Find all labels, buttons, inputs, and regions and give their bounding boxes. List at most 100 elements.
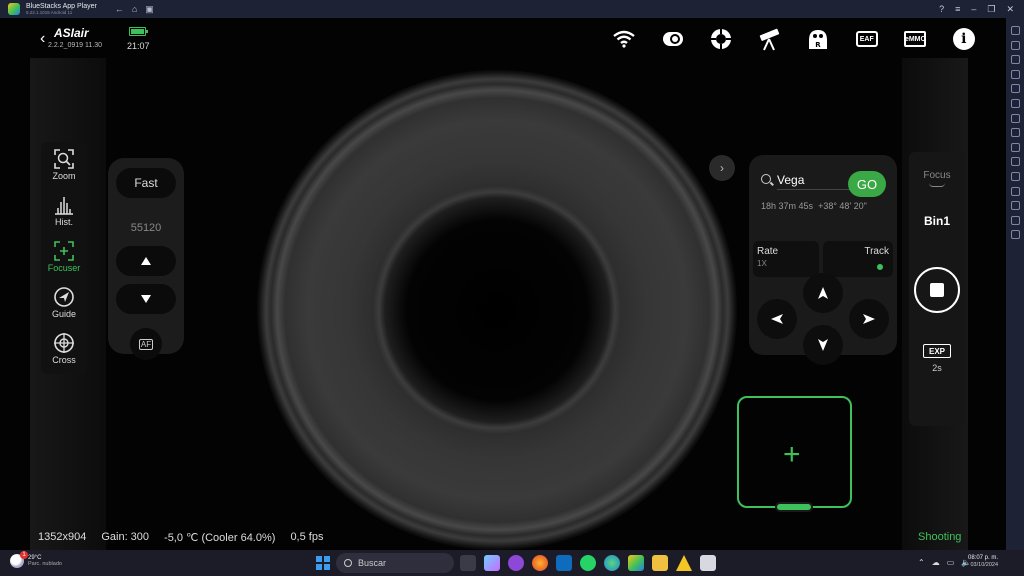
focuser-speed-button[interactable]: Fast bbox=[116, 168, 176, 198]
expand-icon[interactable] bbox=[1010, 26, 1020, 35]
camera-icon[interactable] bbox=[1010, 84, 1020, 94]
autofocus-button[interactable]: AF bbox=[130, 328, 162, 360]
main-camera-icon[interactable] bbox=[649, 26, 698, 52]
wifi-icon[interactable] bbox=[600, 26, 649, 52]
collapse-panel-button[interactable]: › bbox=[709, 155, 735, 181]
slew-west-button[interactable] bbox=[757, 299, 797, 339]
track-label: Track bbox=[864, 246, 889, 257]
bluestacks-taskbar-icon[interactable] bbox=[628, 555, 644, 571]
rate-label: Rate bbox=[757, 246, 779, 257]
macro-icon[interactable] bbox=[1010, 186, 1020, 196]
onedrive-icon[interactable]: ☁ bbox=[932, 558, 940, 567]
bin-selector[interactable]: Bin1 bbox=[909, 214, 965, 228]
app-grid-icon[interactable] bbox=[700, 555, 716, 571]
chevron-down-icon[interactable] bbox=[929, 183, 945, 187]
volume-icon[interactable] bbox=[1010, 40, 1020, 50]
home-icon[interactable]: ⌂ bbox=[132, 4, 137, 15]
minimize-icon[interactable]: – bbox=[971, 4, 976, 15]
window-controls: ? ≡ – ❐ ✕ bbox=[939, 4, 1014, 15]
info-icon[interactable]: i bbox=[940, 26, 989, 52]
layers-icon[interactable] bbox=[1010, 215, 1020, 225]
chevron-right-icon: › bbox=[720, 161, 724, 175]
slew-south-button[interactable] bbox=[803, 325, 843, 365]
crosshair-icon bbox=[54, 333, 74, 353]
close-icon[interactable]: ✕ bbox=[1006, 4, 1014, 15]
multi-instance-icon[interactable]: ▣ bbox=[145, 4, 154, 15]
apk-icon[interactable] bbox=[1010, 113, 1020, 123]
track-toggle[interactable]: Track bbox=[823, 241, 893, 277]
focus-star-selector[interactable]: + bbox=[737, 396, 852, 512]
folder-icon[interactable] bbox=[1010, 128, 1020, 138]
search-icon bbox=[344, 559, 352, 567]
bluestacks-app-name: BlueStacks App Player bbox=[26, 2, 97, 10]
network-icon[interactable]: ▭ bbox=[947, 558, 955, 567]
emmc-icon[interactable]: eMMC bbox=[891, 26, 940, 52]
stop-capture-button[interactable] bbox=[914, 267, 960, 313]
tool-zoom-label: Zoom bbox=[52, 171, 76, 181]
tray-chevron-icon[interactable]: ⌃ bbox=[918, 558, 925, 567]
plus-icon: + bbox=[783, 438, 801, 471]
sync-icon[interactable] bbox=[1010, 230, 1020, 240]
focus-mode-label[interactable]: Focus bbox=[909, 170, 965, 181]
outlook-icon[interactable] bbox=[556, 555, 572, 571]
app-purple-icon[interactable] bbox=[508, 555, 524, 571]
menu-icon[interactable]: ≡ bbox=[955, 4, 960, 15]
warning-app-icon[interactable] bbox=[676, 555, 692, 571]
slew-north-button[interactable] bbox=[803, 273, 843, 313]
zoom-icon bbox=[54, 149, 74, 169]
edge-icon[interactable] bbox=[604, 555, 620, 571]
weather-temp: 29°C bbox=[28, 554, 42, 561]
rate-selector[interactable]: Rate 1X bbox=[753, 241, 819, 277]
autofocus-icon: AF bbox=[138, 338, 154, 350]
screen: BlueStacks App Player 5.22.1.1015 Androi… bbox=[0, 0, 1024, 576]
notification-badge: 1 bbox=[20, 551, 28, 559]
guide-camera-icon[interactable] bbox=[697, 26, 746, 52]
file-explorer-icon[interactable] bbox=[652, 555, 668, 571]
defocused-star-image[interactable] bbox=[257, 70, 737, 550]
tool-focuser[interactable]: Focuser bbox=[41, 240, 87, 273]
eaf-icon[interactable]: EAF bbox=[843, 26, 892, 52]
tool-cross[interactable]: Cross bbox=[41, 332, 87, 365]
telescope-icon[interactable] bbox=[746, 26, 795, 52]
keyboard-icon[interactable] bbox=[1010, 55, 1020, 65]
app-back-icon[interactable]: ‹ bbox=[40, 30, 45, 48]
help-icon[interactable]: ? bbox=[939, 4, 944, 15]
histogram-icon bbox=[55, 197, 73, 215]
tracking-status-dot bbox=[877, 264, 883, 270]
exposure-icon[interactable]: EXP bbox=[923, 344, 951, 358]
focus-box-handle[interactable] bbox=[775, 502, 813, 512]
stop-icon bbox=[930, 283, 944, 297]
arrow-up-icon bbox=[818, 287, 828, 299]
target-coordinates: 18h 37m 45s +38° 48' 20" bbox=[761, 201, 867, 211]
bluestacks-logo-icon bbox=[8, 3, 20, 15]
tool-zoom[interactable]: Zoom bbox=[41, 148, 87, 181]
firefox-icon[interactable] bbox=[532, 555, 548, 571]
tool-guide[interactable]: Guide bbox=[41, 286, 87, 319]
windows-start-icon[interactable] bbox=[316, 556, 330, 570]
slew-east-button[interactable] bbox=[849, 299, 889, 339]
taskbar-clock[interactable]: 08:07 p. m. 03/10/2024 bbox=[968, 555, 998, 568]
target-search-input[interactable] bbox=[777, 170, 857, 190]
focuser-down-button[interactable] bbox=[116, 284, 176, 314]
focuser-position: 55120 bbox=[130, 222, 162, 234]
record-icon[interactable] bbox=[1010, 98, 1020, 108]
shake-icon[interactable] bbox=[1010, 157, 1020, 167]
eco-icon[interactable] bbox=[1010, 201, 1020, 211]
tool-histogram[interactable]: Hist. bbox=[41, 194, 87, 227]
battery-icon bbox=[129, 27, 148, 36]
restore-icon[interactable]: ❐ bbox=[987, 4, 995, 15]
rotate-icon[interactable] bbox=[1010, 171, 1020, 181]
copilot-icon[interactable] bbox=[484, 555, 500, 571]
bluestacks-version: 5.22.1.1015 Android 11 bbox=[26, 9, 73, 15]
location-icon[interactable] bbox=[1010, 142, 1020, 152]
exposure-value[interactable]: 2s bbox=[909, 363, 965, 373]
back-icon[interactable]: ← bbox=[115, 4, 124, 15]
screen-icon[interactable] bbox=[1010, 69, 1020, 79]
whatsapp-icon[interactable] bbox=[580, 555, 596, 571]
taskbar-search[interactable]: Buscar bbox=[336, 553, 454, 573]
focuser-up-button[interactable] bbox=[116, 246, 176, 276]
weather-widget[interactable]: 1 29°C Parc. nublado bbox=[10, 551, 62, 568]
task-view-icon[interactable] bbox=[460, 555, 476, 571]
rotator-icon[interactable]: R bbox=[794, 26, 843, 52]
go-button[interactable]: GO bbox=[848, 171, 886, 197]
